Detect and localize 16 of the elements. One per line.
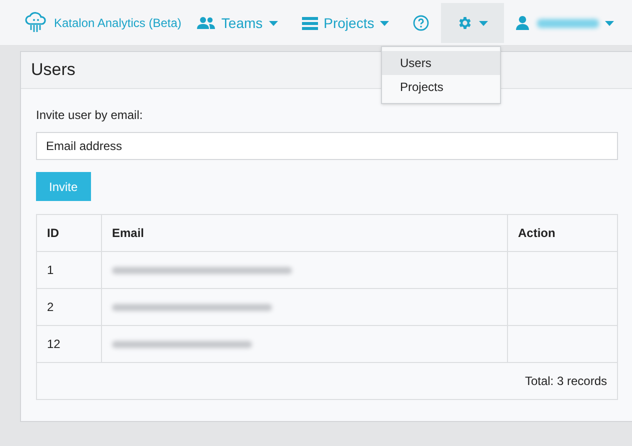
teams-menu-button[interactable]: Teams — [185, 3, 290, 43]
column-header: ID — [37, 215, 102, 251]
menu-item[interactable]: Projects — [382, 75, 500, 99]
invite-button[interactable]: Invite — [36, 172, 91, 201]
column-header: Action — [517, 225, 556, 242]
table-cell: 2 — [37, 289, 102, 325]
invite-label: Invite user by email: — [36, 107, 144, 124]
brand-link[interactable]: Katalon Analytics (Beta) — [54, 14, 182, 32]
projects-menu-button[interactable]: Projects — [290, 3, 402, 43]
total-records: Total: 3 records — [524, 373, 607, 390]
panel-title: Users — [31, 59, 76, 82]
email-input-field[interactable]: Email address — [36, 132, 618, 160]
table-cell: 12 — [37, 326, 102, 362]
menu-item[interactable]: Users — [382, 51, 500, 75]
table-cell: 1 — [37, 252, 102, 288]
column-header: Email — [102, 215, 508, 251]
